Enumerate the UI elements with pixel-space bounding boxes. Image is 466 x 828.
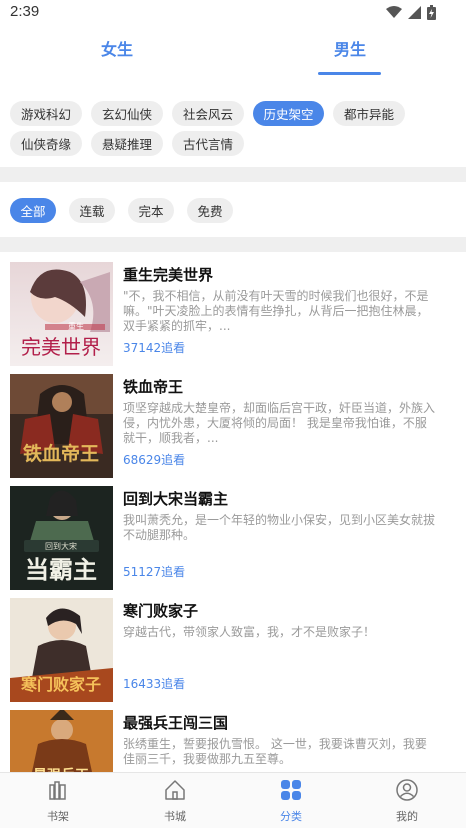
nav-label: 我的 (396, 810, 418, 823)
category-chip[interactable]: 仙侠奇缘 (10, 131, 82, 156)
nav-label: 分类 (280, 810, 302, 823)
book-title[interactable]: 重生完美世界 (123, 264, 213, 285)
profile-icon (396, 779, 418, 801)
book-description: 项坚穿越成大楚皇帝，却面临后宫干政，奸臣当道，外族入侵，内忧外患，大厦将倾的局面… (123, 401, 436, 445)
filter-chip-selected[interactable]: 全部 (10, 198, 56, 223)
wifi-icon (386, 6, 402, 18)
tab-male[interactable]: 男生 (334, 36, 366, 60)
category-chip-selected[interactable]: 历史架空 (253, 101, 324, 126)
cover-subtitle: 重生 (68, 321, 84, 331)
cover-title: 铁血帝王 (23, 442, 99, 465)
status-bar: 2:39 (0, 0, 466, 26)
category-chip[interactable]: 都市异能 (333, 101, 405, 126)
book-item[interactable]: 完美世界 重生 重生完美世界 "不，我不相信，从前没有叶天雪的时候我们也很好，不… (0, 262, 466, 366)
signal-icon (408, 6, 421, 19)
section-divider (0, 237, 466, 252)
category-chip[interactable]: 悬疑推理 (91, 131, 163, 156)
section-divider (0, 167, 466, 182)
cover-title: 寒门败家子 (20, 675, 101, 694)
category-chip[interactable]: 游戏科幻 (10, 101, 82, 126)
status-icons (386, 5, 436, 20)
book-title[interactable]: 最强兵王闯三国 (123, 712, 228, 733)
cover-subtitle: 回到大宋 (45, 541, 77, 551)
book-description: "不，我不相信，从前没有叶天雪的时候我们也很好，不是嘛。"叶天凌脸上的表情有些挣… (123, 289, 429, 333)
nav-label: 书城 (164, 810, 186, 823)
tab-female[interactable]: 女生 (101, 36, 133, 60)
home-icon (165, 780, 185, 800)
book-item[interactable]: 回到大宋 当霸主 回到大宋当霸主 我叫萧秃允，是一个年轻的物业小保安，见到小区美… (0, 486, 466, 590)
book-cover[interactable]: 完美世界 重生 (10, 262, 113, 366)
book-description: 穿越古代，带领家人致富，我，才不是败家子！ (123, 625, 376, 639)
category-chip[interactable]: 古代言情 (172, 131, 244, 156)
book-cover[interactable]: 铁血帝王 (10, 374, 113, 478)
nav-label: 书架 (47, 810, 69, 823)
book-cover[interactable]: 寒门败家子 (10, 598, 113, 702)
follow-count: 68629追看 (123, 453, 186, 467)
status-time: 2:39 (10, 3, 40, 20)
book-item[interactable]: 寒门败家子 寒门败家子 穿越古代，带领家人致富，我，才不是败家子！ 16433追… (0, 598, 466, 702)
category-chip[interactable]: 玄幻仙侠 (91, 101, 163, 126)
filter-chip[interactable]: 连载 (69, 198, 115, 223)
bottom-nav: 书架 书城 分类 我的 (0, 772, 466, 828)
follow-count: 16433追看 (123, 677, 186, 691)
battery-icon (427, 5, 436, 20)
follow-count: 51127追看 (123, 565, 186, 579)
book-description: 我叫萧秃允，是一个年轻的物业小保安，见到小区美女就拔不动腿那种。 (123, 513, 436, 542)
bookshelf-icon (49, 781, 66, 800)
book-item[interactable]: 铁血帝王 铁血帝王 项坚穿越成大楚皇帝，却面临后宫干政，奸臣当道，外族入侵，内忧… (0, 374, 466, 478)
category-icon (281, 780, 301, 800)
follow-count: 37142追看 (123, 341, 186, 355)
nav-category[interactable]: 分类 (261, 779, 321, 824)
cover-title: 当霸主 (25, 555, 97, 584)
book-title[interactable]: 回到大宋当霸主 (123, 488, 228, 509)
nav-profile[interactable]: 我的 (377, 779, 437, 824)
cover-title: 完美世界 (21, 335, 101, 359)
tab-indicator (318, 72, 381, 75)
filter-chip[interactable]: 免费 (187, 198, 233, 223)
book-cover[interactable]: 回到大宋 当霸主 (10, 486, 113, 590)
nav-bookshelf[interactable]: 书架 (28, 779, 88, 824)
category-chip[interactable]: 社会风云 (172, 101, 244, 126)
nav-bookstore[interactable]: 书城 (145, 779, 205, 824)
gender-tabs: 女生 男生 (0, 26, 466, 78)
book-title[interactable]: 寒门败家子 (123, 600, 198, 621)
filter-chip[interactable]: 完本 (128, 198, 174, 223)
book-title[interactable]: 铁血帝王 (123, 376, 183, 397)
